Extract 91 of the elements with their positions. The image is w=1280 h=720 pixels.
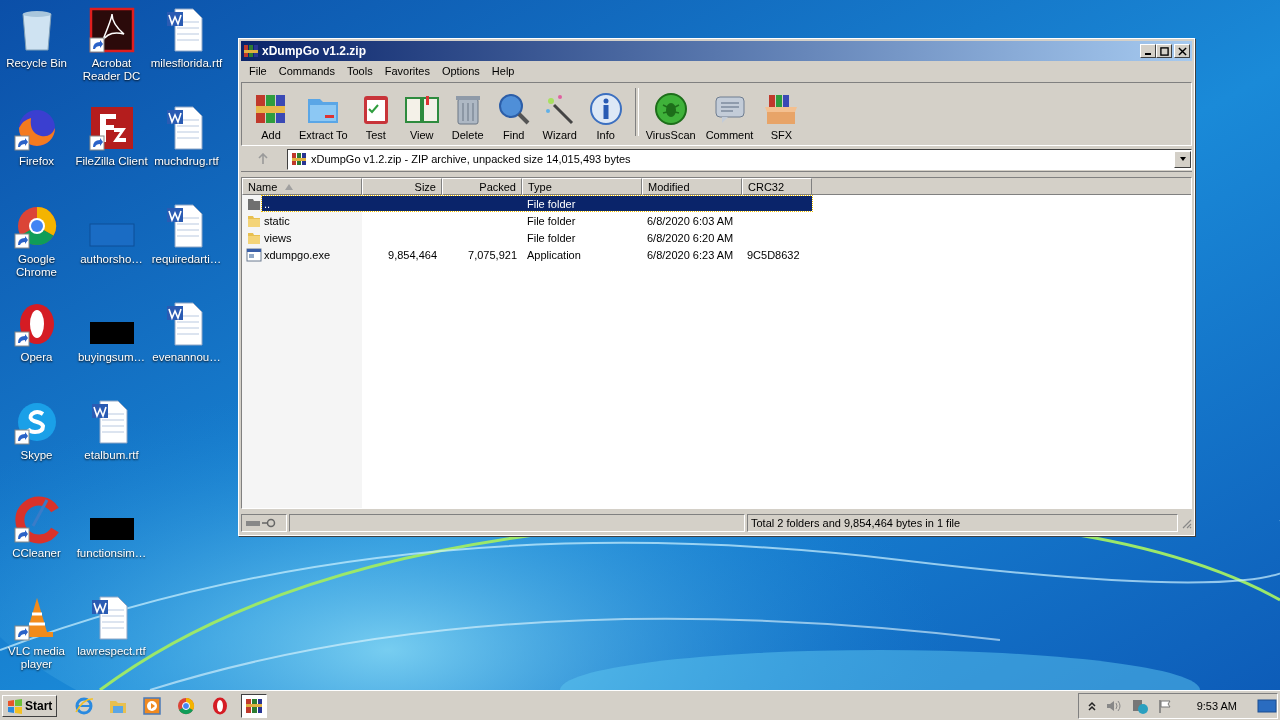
broom-icon[interactable] [12,496,61,544]
icon-label: Acrobat Reader DC [81,57,142,83]
icon-label: requiredarti… [151,253,222,266]
icon-label: etalbum.rtf [84,449,139,462]
swirl-logo-icon[interactable] [87,6,136,54]
list-row[interactable]: views File folder 6/8/2020 6:20 AM [262,230,812,245]
status-text: Total 2 folders and 9,854,464 bytes in 1 file [751,517,961,529]
column-header[interactable]: Packed [442,178,522,195]
caret-icon [1178,155,1187,163]
toolbar-button[interactable]: Find [490,91,537,141]
toolbar-button[interactable]: Extract To [294,91,353,141]
icon-label: Skype [20,449,53,462]
table-cell-text: views [263,231,293,244]
bug-icon [652,91,689,127]
up-arrow-icon [257,153,269,165]
menu-item[interactable]: Options [435,65,486,77]
table-cell: File folder [527,197,576,210]
dropdown-button[interactable] [1174,150,1191,168]
ring-logo-icon [176,695,197,716]
table-cell: 7,075,921 [468,248,517,261]
column-header[interactable]: Type [522,178,642,195]
resize-grip-icon[interactable] [1180,517,1192,529]
table-cell: 9C5D8632 [747,248,800,261]
maximize-icon [1159,46,1169,56]
list-row[interactable]: xdumpgo.exe 9,854,464 7,075,921 Application 6/8/2020 6:23 AM 9C5D8632 [262,247,812,262]
flag-icon[interactable] [1156,697,1173,714]
icon-label: Google Chrome [15,253,58,279]
menu-item[interactable]: File [243,65,273,77]
table-cell-text: xdumpgo.exe [263,248,332,261]
toolbar-button[interactable]: Delete [444,91,491,141]
maximize-button[interactable] [1156,44,1172,58]
toolbar-button[interactable]: Add [248,91,294,141]
minimize-icon [1145,53,1151,55]
start-button[interactable]: Start [2,694,58,717]
toolbar-button[interactable]: Test [352,91,399,141]
table-cell: 9,854,464 [388,248,437,261]
icon-label: FileZilla Client [75,155,148,168]
table-cell: 6/8/2020 6:20 AM [647,231,734,244]
table-cell: 6/8/2020 6:23 AM [647,248,734,261]
table-cell: 6/8/2020 6:03 AM [647,214,734,227]
column-header[interactable]: Name [242,178,362,195]
taskbar-button[interactable] [241,693,268,718]
menu-item[interactable]: Help [485,65,521,77]
icon-label: Opera [20,351,53,364]
table-cell: File folder [527,231,576,244]
icon-label: buyingsum… [77,351,146,364]
column-header[interactable]: Size [362,178,442,195]
toolbar-button[interactable]: VirusScan [640,91,701,141]
close-button[interactable] [1174,44,1190,58]
letter-logo-icon[interactable] [87,104,136,152]
info-icon [587,91,624,127]
network-icon[interactable] [1130,697,1149,714]
icon-label: evenannou… [152,351,221,364]
list-row[interactable]: static File folder 6/8/2020 6:03 AM [262,213,812,228]
show-desktop-icon[interactable] [1257,697,1277,714]
toolbar-button[interactable]: Wizard [536,91,583,141]
browser-icon [74,695,95,716]
table-cell: Application [527,248,581,261]
icon-label: Firefox [18,155,55,168]
icon-label: Recycle Bin [6,57,67,70]
table-cell: File folder [527,214,576,227]
window-title: xDumpGo v1.2.zip [262,44,368,58]
table-cell-text: .. [263,197,272,210]
icon-label: lawrespect.rtf [77,645,146,658]
icon-label: CCleaner [12,547,61,560]
chevron-up-icon[interactable] [1086,700,1097,711]
minimize-button[interactable] [1140,44,1156,58]
close-icon [1177,46,1187,56]
menu-item[interactable]: Favorites [378,65,436,77]
column-header[interactable]: Modified [642,178,742,195]
windows-flag-icon [7,697,23,714]
icon-label: milesflorida.rtf [150,57,223,70]
column-header[interactable]: CRC32 [742,178,812,195]
books-icon [243,43,259,59]
menu-item[interactable]: Tools [341,65,379,77]
icon-label: muchdrug.rtf [154,155,219,168]
list-row[interactable]: .. File folder [262,196,812,211]
toolbar-button[interactable]: View [398,91,445,141]
address-field[interactable]: xDumpGo v1.2.zip - ZIP archive, unpacked size 14,015,493 bytes [287,148,1192,170]
books-icon [291,151,307,167]
table-cell-text: static [263,214,291,227]
menu-item[interactable]: Commands [272,65,341,77]
play-icon [142,695,163,716]
clock[interactable]: 9:53 AM [1196,699,1237,712]
icon-label: functionsim… [76,547,147,560]
toolbar-button[interactable]: SFX [758,91,805,141]
icon-label: authorsho… [80,253,143,266]
toolbar-button[interactable]: Info [582,91,629,141]
application-icon [246,246,262,263]
toolbar-button[interactable]: Comment [700,91,759,141]
icon-label: VLC media player [7,645,66,671]
